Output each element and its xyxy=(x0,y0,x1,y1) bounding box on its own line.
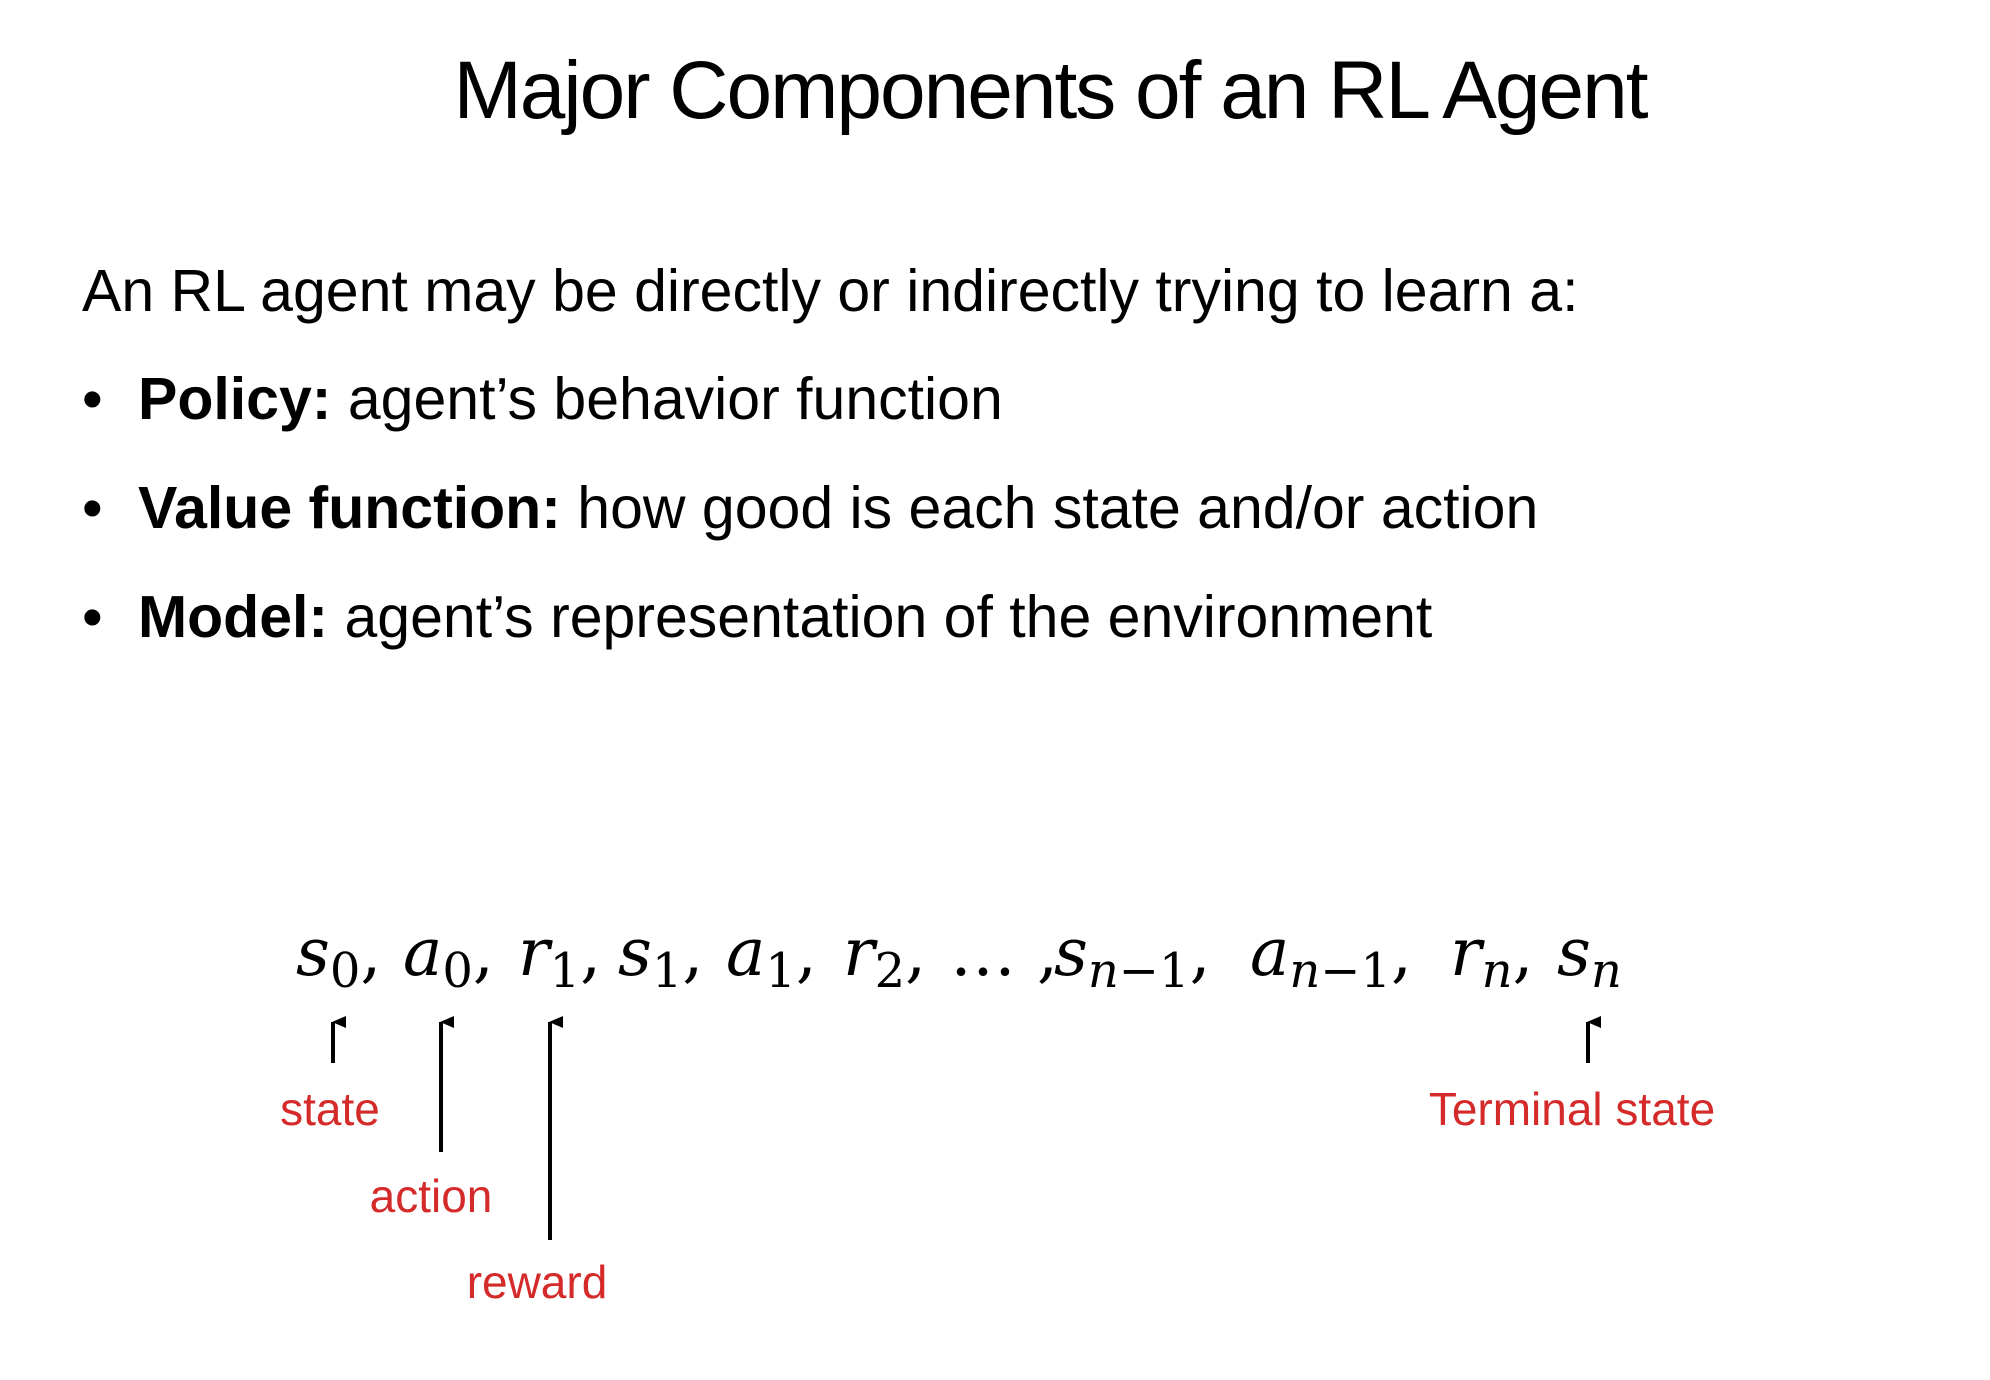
term-sn: sn xyxy=(1557,914,1622,999)
term-s1: s1, xyxy=(618,914,703,999)
term-ellipsis: … , xyxy=(950,914,1058,991)
label-state: state xyxy=(280,1083,380,1135)
term-s0: s0, xyxy=(296,914,381,999)
term-r2: r2, xyxy=(843,914,926,999)
term-sn-1: sn−1, xyxy=(1054,914,1211,999)
label-terminal-state: Terminal state xyxy=(1429,1083,1715,1135)
term-rn: rn, xyxy=(1450,914,1533,999)
trajectory-sequence: s0, a0, r1, s1, a1, r2, … , sn−1, an−1, … xyxy=(296,914,1622,999)
term-r1: r1, xyxy=(518,914,601,999)
trajectory-diagram: s0, a0, r1, s1, a1, r2, … , sn−1, an−1, … xyxy=(280,914,1715,1308)
label-reward: reward xyxy=(467,1256,608,1308)
term-a1: a1, xyxy=(726,914,817,999)
label-action: action xyxy=(370,1170,493,1222)
term-a0: a0, xyxy=(403,914,494,999)
term-an-1: an−1, xyxy=(1250,914,1412,999)
